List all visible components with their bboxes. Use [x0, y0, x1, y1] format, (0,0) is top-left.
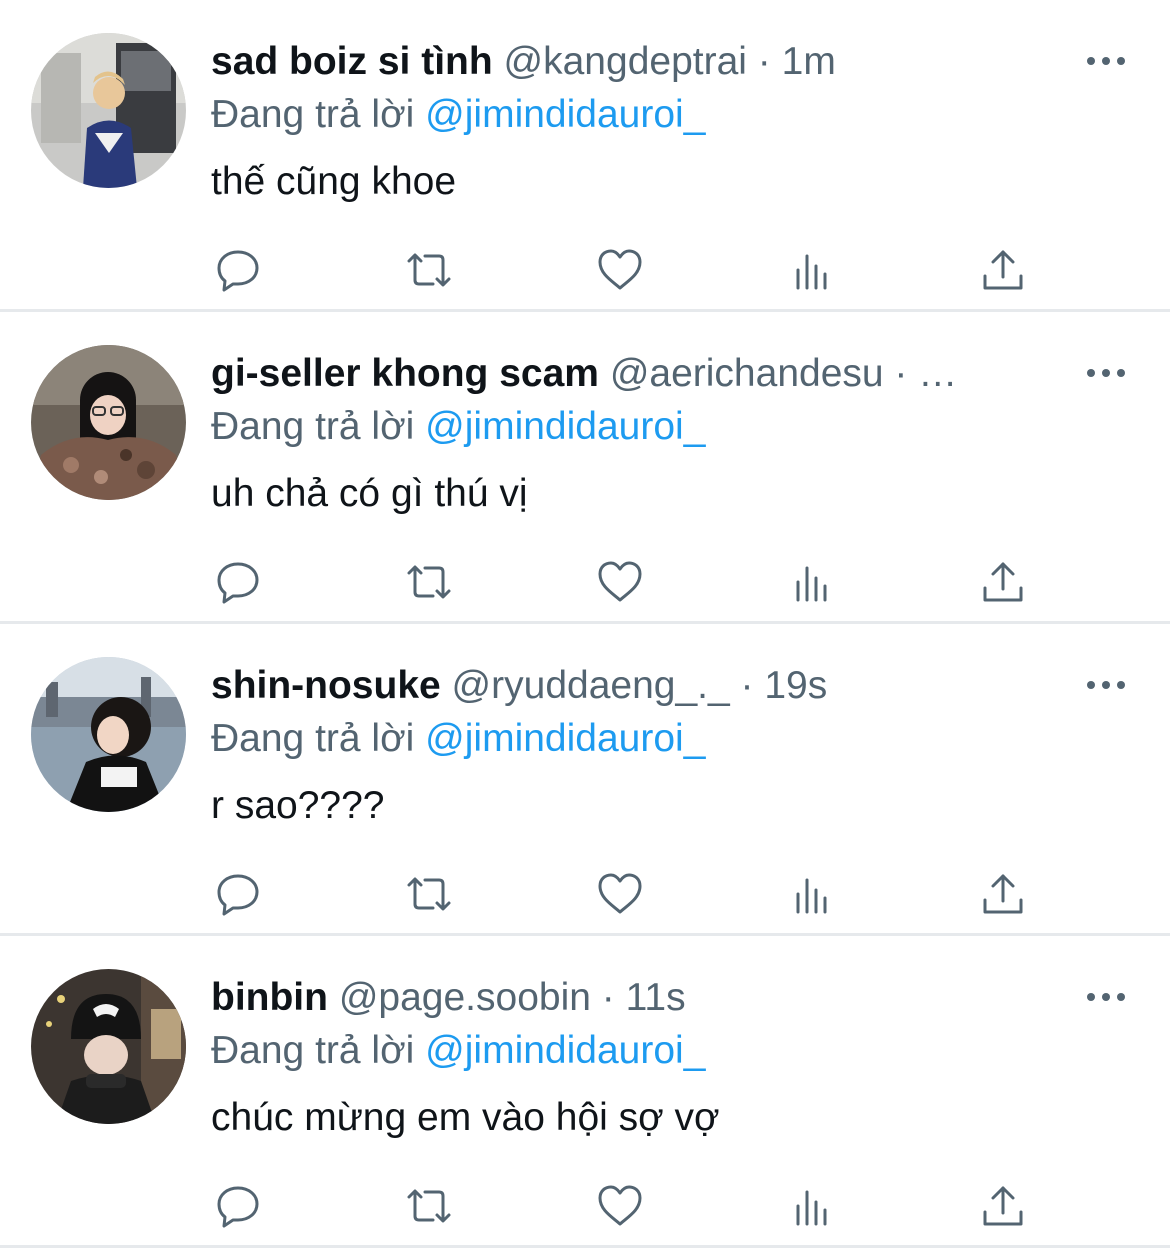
- share-upload-icon: [983, 874, 1023, 914]
- views-button[interactable]: [782, 552, 842, 612]
- tweet-header: gi-seller khong scam @aerichandesu · …: [211, 350, 1041, 398]
- heart-icon: [598, 1185, 642, 1226]
- views-button[interactable]: [782, 864, 842, 924]
- user-handle[interactable]: @aerichandesu: [610, 352, 884, 395]
- more-dots-icon: [1087, 993, 1125, 1001]
- tweet-divider: [0, 1245, 1170, 1248]
- avatar[interactable]: [31, 657, 186, 812]
- reply-button[interactable]: [208, 240, 268, 300]
- tweet-text: uh chả có gì thú vị: [211, 472, 528, 515]
- tweet-card[interactable]: gi-seller khong scam @aerichandesu · … Đ…: [0, 312, 1170, 624]
- display-name[interactable]: gi-seller khong scam: [211, 352, 599, 395]
- more-dots-icon: [1087, 57, 1125, 65]
- tweet-text: r sao????: [211, 784, 385, 827]
- retweet-icon: [407, 253, 451, 287]
- tweet-header: shin-nosuke @ryuddaeng_._ · 19s: [211, 662, 1041, 710]
- reply-button[interactable]: [208, 864, 268, 924]
- reply-feed: sad boiz si tình @kangdeptrai · 1m Đang …: [0, 0, 1170, 1257]
- meta-separator: ·: [729, 664, 765, 707]
- like-button[interactable]: [590, 552, 650, 612]
- meta-separator: ·: [746, 40, 782, 83]
- views-button[interactable]: [782, 1176, 842, 1236]
- user-handle[interactable]: @ryuddaeng_._: [452, 664, 730, 707]
- more-dots-icon: [1087, 681, 1125, 689]
- like-button[interactable]: [590, 864, 650, 924]
- more-dots-icon: [1087, 369, 1125, 377]
- tweet-timestamp[interactable]: 19s: [764, 664, 827, 707]
- more-options-button[interactable]: [1084, 669, 1128, 701]
- display-name[interactable]: sad boiz si tình: [211, 40, 493, 83]
- reply-bubble-icon: [217, 874, 259, 916]
- retweet-button[interactable]: [399, 240, 459, 300]
- tweet-timestamp[interactable]: …: [918, 352, 957, 395]
- retweet-icon: [407, 565, 451, 599]
- avatar-photo-icon: [31, 657, 186, 812]
- replying-to-label: Đang trả lời: [211, 717, 426, 760]
- reply-mention-link[interactable]: @jimindidauroi_: [425, 93, 705, 136]
- tweet-header: sad boiz si tình @kangdeptrai · 1m: [211, 38, 1041, 86]
- tweet-text: thế cũng khoe: [211, 160, 457, 203]
- user-handle[interactable]: @page.soobin: [339, 976, 591, 1019]
- reply-mention-link[interactable]: @jimindidauroi_: [425, 405, 705, 448]
- avatar[interactable]: [31, 969, 186, 1124]
- retweet-button[interactable]: [399, 864, 459, 924]
- reply-bubble-icon: [217, 562, 259, 604]
- tweet-card[interactable]: sad boiz si tình @kangdeptrai · 1m Đang …: [0, 0, 1170, 312]
- share-button[interactable]: [973, 864, 1033, 924]
- share-button[interactable]: [973, 1176, 1033, 1236]
- replying-to: Đang trả lời @jimindidauroi_: [211, 91, 705, 139]
- display-name[interactable]: shin-nosuke: [211, 664, 441, 707]
- reply-mention-link[interactable]: @jimindidauroi_: [425, 717, 705, 760]
- replying-to-label: Đang trả lời: [211, 1029, 426, 1072]
- views-bar-chart-icon: [796, 254, 827, 290]
- avatar[interactable]: [31, 33, 186, 188]
- user-handle[interactable]: @kangdeptrai: [504, 40, 747, 83]
- share-upload-icon: [983, 562, 1023, 602]
- avatar[interactable]: [31, 345, 186, 500]
- reply-button[interactable]: [208, 1176, 268, 1236]
- heart-icon: [598, 873, 642, 914]
- tweet-text: chúc mừng em vào hội sợ vợ: [211, 1096, 720, 1139]
- display-name[interactable]: binbin: [211, 976, 328, 1019]
- share-upload-icon: [983, 1186, 1023, 1226]
- retweet-button[interactable]: [399, 1176, 459, 1236]
- like-button[interactable]: [590, 1176, 650, 1236]
- more-options-button[interactable]: [1084, 45, 1128, 77]
- avatar-photo-icon: [31, 969, 186, 1124]
- replying-to: Đang trả lời @jimindidauroi_: [211, 1027, 705, 1075]
- avatar-photo-icon: [31, 33, 186, 188]
- tweet-timestamp[interactable]: 1m: [782, 40, 836, 83]
- reply-mention-link[interactable]: @jimindidauroi_: [425, 1029, 705, 1072]
- more-options-button[interactable]: [1084, 981, 1128, 1013]
- avatar-photo-icon: [31, 345, 186, 500]
- views-bar-chart-icon: [796, 1190, 827, 1226]
- tweet-header: binbin @page.soobin · 11s: [211, 974, 1041, 1022]
- tweet-card[interactable]: binbin @page.soobin · 11s Đang trả lời @…: [0, 936, 1170, 1248]
- tweet-card[interactable]: shin-nosuke @ryuddaeng_._ · 19s Đang trả…: [0, 624, 1170, 936]
- meta-separator: ·: [590, 976, 626, 1019]
- replying-to: Đang trả lời @jimindidauroi_: [211, 715, 705, 763]
- more-options-button[interactable]: [1084, 357, 1128, 389]
- like-button[interactable]: [590, 240, 650, 300]
- replying-to-label: Đang trả lời: [211, 405, 426, 448]
- retweet-icon: [407, 877, 451, 911]
- share-upload-icon: [983, 250, 1023, 290]
- meta-separator: ·: [883, 352, 919, 395]
- replying-to: Đang trả lời @jimindidauroi_: [211, 403, 705, 451]
- heart-icon: [598, 249, 642, 290]
- share-button[interactable]: [973, 240, 1033, 300]
- views-bar-chart-icon: [796, 878, 827, 914]
- views-button[interactable]: [782, 240, 842, 300]
- share-button[interactable]: [973, 552, 1033, 612]
- reply-bubble-icon: [217, 250, 259, 292]
- heart-icon: [598, 561, 642, 602]
- reply-button[interactable]: [208, 552, 268, 612]
- tweet-timestamp[interactable]: 11s: [626, 976, 686, 1019]
- replying-to-label: Đang trả lời: [211, 93, 426, 136]
- retweet-icon: [407, 1189, 451, 1223]
- retweet-button[interactable]: [399, 552, 459, 612]
- reply-bubble-icon: [217, 1186, 259, 1228]
- views-bar-chart-icon: [796, 566, 827, 602]
